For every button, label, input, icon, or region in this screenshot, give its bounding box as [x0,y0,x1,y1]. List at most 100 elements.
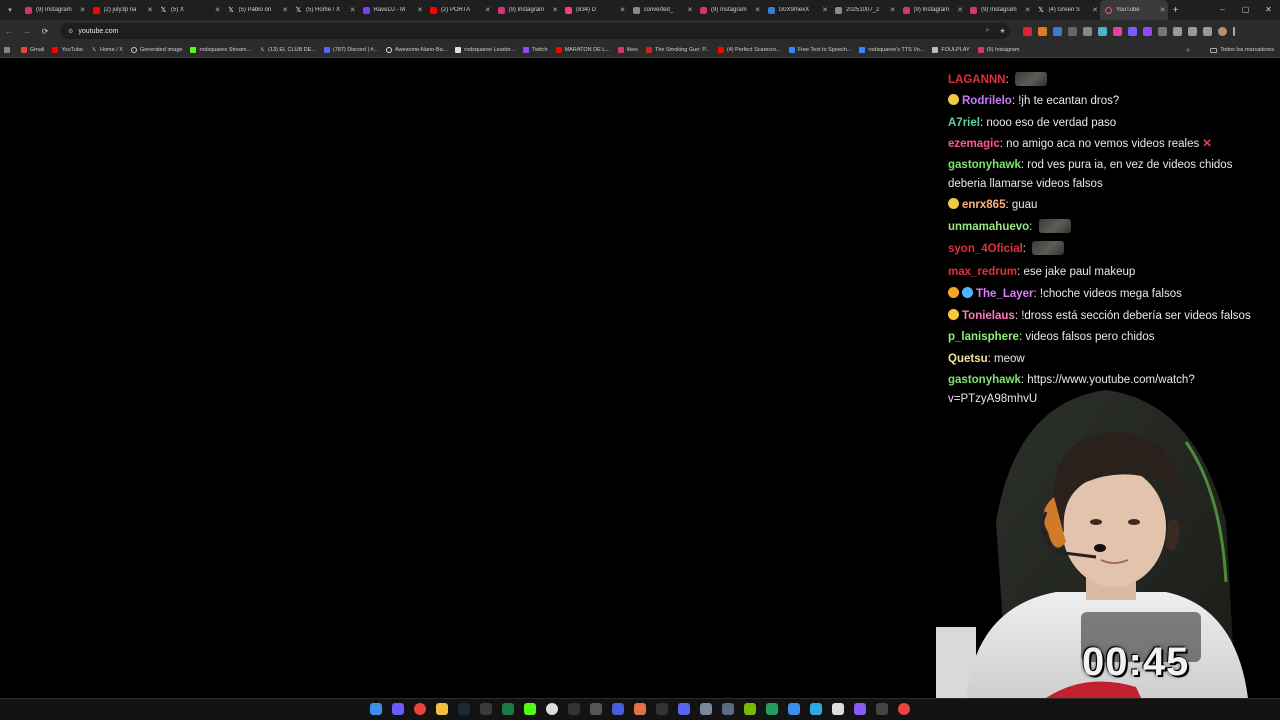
menu-kebab-icon[interactable] [1233,26,1235,36]
browser-tab[interactable]: YouTube ✕ [1100,0,1168,20]
bookmark-item[interactable]: likes [617,46,638,53]
close-tab-icon[interactable]: ✕ [1023,6,1033,14]
bookmark-star-icon[interactable]: ★ [998,26,1008,36]
download-icon[interactable] [1173,26,1182,36]
browser-tab[interactable]: (9) Instagram ✕ [695,0,763,20]
sidepanel-icon[interactable] [1203,26,1212,36]
browser-tab[interactable]: (9) Instagram ✕ [965,0,1033,20]
terminal-icon[interactable] [876,703,888,715]
mail-icon[interactable] [722,703,734,715]
browser-tab[interactable]: (9) Instagram ✕ [898,0,966,20]
close-tab-icon[interactable]: ✕ [1158,6,1168,14]
profile-avatar[interactable] [1218,26,1227,36]
address-bar[interactable]: ⚙ youtube.com [60,23,1010,39]
chat-username[interactable]: p_lanisphere [948,331,1019,343]
chat-username[interactable]: A7riel [948,117,980,129]
obs-icon[interactable] [480,703,492,715]
extension-blue-icon[interactable] [1053,26,1062,36]
shield-icon[interactable] [766,703,778,715]
vpn-icon[interactable] [700,703,712,715]
obsidian-icon[interactable] [854,703,866,715]
apps-grid-icon[interactable] [4,46,13,53]
extension-orange-icon[interactable] [1038,26,1047,36]
close-tab-icon[interactable]: ✕ [753,6,763,14]
bookmark-item[interactable]: Free Text to Speech... [788,46,851,53]
chat-username[interactable]: enrx865 [962,199,1005,211]
chat-username[interactable]: unmamahuevo [948,221,1029,233]
bookmark-item[interactable]: FOULPLAY [932,46,970,53]
extension-purple-icon[interactable] [1143,26,1152,36]
bookmark-item[interactable]: Generated image [130,46,182,53]
windows-start-icon[interactable] [370,703,382,715]
close-window-icon[interactable]: ✕ [1257,0,1280,20]
close-tab-icon[interactable]: ✕ [213,6,223,14]
close-tab-icon[interactable]: ✕ [685,6,695,14]
close-tab-icon[interactable]: ✕ [820,6,830,14]
chat-username[interactable]: LAGANNN [948,74,1006,86]
file-explorer-icon[interactable] [436,703,448,715]
browser-tab[interactable]: 𝕏 (5) Home / X ✕ [290,0,358,20]
bookmark-item[interactable]: The Smoking Gun: P... [645,46,710,53]
chrome-alt-icon[interactable] [898,703,910,715]
browser-tab[interactable]: (2) july3p na ✕ [88,0,156,20]
bookmark-item[interactable]: (787) Discord | #... [323,46,378,53]
tab-search-icon[interactable]: ▾ [0,0,20,20]
bookmark-item[interactable]: rodsquaree Leader... [455,46,515,53]
extension-grid-icon[interactable] [1068,26,1077,36]
zoom-search-icon[interactable]: ⌕ [983,26,993,36]
extension-red-icon[interactable] [1023,26,1032,36]
bookmark-item[interactable]: (9) Instagram [977,46,1019,53]
extension-violet-icon[interactable] [1128,26,1137,36]
store-icon[interactable] [788,703,800,715]
minimize-icon[interactable]: – [1211,0,1234,20]
close-tab-icon[interactable]: ✕ [348,6,358,14]
chat-username[interactable]: Tonielaus [962,310,1015,322]
bookmark-item[interactable]: rodsquaree Stream... [190,46,251,53]
close-tab-icon[interactable]: ✕ [280,6,290,14]
calendar-icon[interactable] [832,703,844,715]
browser-tab[interactable]: 𝕏 (5) X ✕ [155,0,223,20]
browser-tab[interactable]: (834) D ✕ [560,0,628,20]
app-circle-icon[interactable] [546,703,558,715]
close-tab-icon[interactable]: ✕ [78,6,88,14]
reload-icon[interactable]: ⟳ [36,27,54,36]
excel-icon[interactable] [502,703,514,715]
bookmark-item[interactable]: MARATON DE L... [555,46,610,53]
close-tab-icon[interactable]: ✕ [483,6,493,14]
browser-tab[interactable]: RaveDJ - M ✕ [358,0,426,20]
chat-username[interactable]: The_Layer [976,288,1034,300]
maximize-icon[interactable]: ▢ [1234,0,1257,20]
bookmark-item[interactable]: Awesome-Nano-Ba... [386,46,447,53]
kick-icon[interactable] [524,703,536,715]
extension-teal-icon[interactable] [1098,26,1107,36]
browser-tab[interactable]: 20251007_2 ✕ [830,0,898,20]
media-control-icon[interactable] [1188,26,1197,36]
bookmark-item[interactable]: 𝕏 Home / X [91,47,123,53]
discord-icon[interactable] [678,703,690,715]
close-tab-icon[interactable]: ✕ [145,6,155,14]
steam-icon[interactable] [458,703,470,715]
chrome-icon[interactable] [414,703,426,715]
bookmark-item[interactable]: 𝕏 (13) EL CLUB DE... [259,47,316,53]
settings-icon[interactable] [590,703,602,715]
bookmark-item[interactable]: YouTube [52,46,83,53]
bookmarks-more-icon[interactable]: » [1186,47,1190,54]
browser-tab[interactable]: (9) Instagram ✕ [493,0,561,20]
photos-icon[interactable] [634,703,646,715]
chat-username[interactable]: ezemagic [948,138,1000,150]
bookmark-item[interactable]: rodsquaree's TTS Vo... [859,46,924,53]
close-tab-icon[interactable]: ✕ [1090,6,1100,14]
vegas-icon[interactable] [612,703,624,715]
browser-tab[interactable]: 𝕏 (4) Green S ✕ [1033,0,1101,20]
close-tab-icon[interactable]: ✕ [415,6,425,14]
bookmark-item[interactable]: (4) Perfect Scarecro... [717,46,781,53]
nvidia-icon[interactable] [744,703,756,715]
bookmark-item[interactable]: Twitch [523,46,548,53]
browser-tab[interactable]: (2) PORTA ✕ [425,0,493,20]
new-tab-button[interactable]: + [1168,5,1184,16]
chat-username[interactable]: Rodrilelo [962,95,1012,107]
page-content[interactable] [0,58,936,698]
browser-tab[interactable]: 𝕏 (5) Pablo on ✕ [223,0,291,20]
all-bookmarks-label[interactable]: Todos los marcadores [1220,47,1274,53]
bookmark-item[interactable]: Gmail [21,46,44,53]
